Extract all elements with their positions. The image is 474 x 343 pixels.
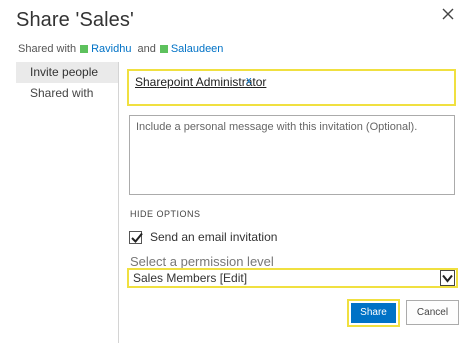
send-email-checkbox[interactable] bbox=[129, 230, 143, 244]
send-email-label: Send an email invitation bbox=[150, 230, 278, 244]
hide-options-link[interactable]: HIDE OPTIONS bbox=[130, 209, 201, 219]
close-icon[interactable] bbox=[442, 8, 456, 22]
presence-icon bbox=[80, 45, 89, 53]
permission-level-label: Select a permission level bbox=[130, 254, 274, 269]
send-email-row: Send an email invitation bbox=[129, 230, 277, 244]
sidebar-item-invite-people[interactable]: Invite people bbox=[16, 62, 118, 83]
permission-level-value: Sales Members [Edit] bbox=[133, 271, 248, 285]
dialog-title: Share 'Sales' bbox=[16, 9, 134, 31]
shared-with-prefix: Shared with bbox=[18, 43, 77, 55]
remove-user-icon[interactable]: x bbox=[246, 75, 252, 87]
share-sidebar: Invite people Shared with bbox=[16, 62, 118, 343]
people-picker-input[interactable]: Sharepoint Administrator x bbox=[127, 69, 456, 106]
shared-user-link-salaudeen[interactable]: Salaudeen bbox=[171, 43, 224, 55]
shared-with-summary: Shared with Ravidhu and Salaudeen bbox=[18, 43, 223, 55]
share-button[interactable]: Share bbox=[347, 299, 400, 327]
permission-level-select[interactable]: Sales Members [Edit] bbox=[127, 268, 458, 288]
chevron-down-icon[interactable] bbox=[440, 270, 455, 286]
personal-message-field[interactable] bbox=[129, 115, 455, 195]
conjunction-text: and bbox=[137, 43, 156, 55]
sidebar-item-shared-with[interactable]: Shared with bbox=[16, 83, 118, 104]
shared-user-link-ravidhu[interactable]: Ravidhu bbox=[91, 43, 131, 55]
sidebar-divider bbox=[118, 62, 119, 343]
share-button-label: Share bbox=[351, 303, 396, 323]
cancel-button[interactable]: Cancel bbox=[406, 300, 459, 325]
presence-icon bbox=[159, 45, 168, 53]
